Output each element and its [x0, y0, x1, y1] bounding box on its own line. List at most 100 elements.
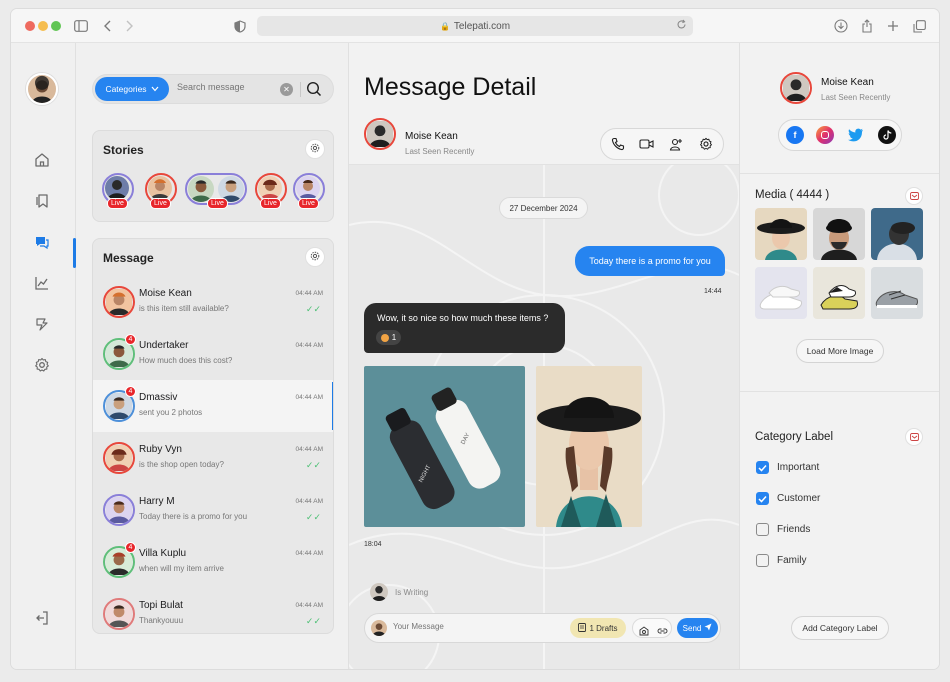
contact-avatar[interactable]	[364, 118, 396, 150]
facebook-icon[interactable]: f	[786, 126, 804, 144]
family-checkbox[interactable]	[756, 554, 769, 567]
live-badge: Live	[207, 198, 228, 209]
search-icon[interactable]	[306, 81, 322, 97]
activity-icon[interactable]	[32, 314, 52, 334]
camera-icon[interactable]	[639, 623, 649, 641]
contact-status: Last Seen Recently	[405, 147, 475, 156]
media-thumbnail[interactable]	[813, 208, 865, 260]
close-window-button[interactable]	[25, 21, 35, 31]
inbox-icon	[909, 187, 919, 205]
profile-status: Last Seen Recently	[821, 93, 891, 102]
address-bar[interactable]: 🔒 Telepati.com	[257, 16, 693, 36]
message-preview: sent you 2 photos	[139, 408, 203, 417]
message-input[interactable]	[393, 622, 543, 631]
instagram-icon[interactable]	[816, 126, 834, 144]
messages-icon[interactable]	[32, 232, 52, 252]
date-chip: 27 December 2024	[499, 197, 588, 219]
friends-label: Friends	[777, 524, 811, 535]
reaction-chip[interactable]: 1	[376, 330, 401, 345]
media-thumbnail[interactable]	[813, 267, 865, 319]
user-avatar[interactable]	[26, 73, 58, 105]
important-checkbox[interactable]	[756, 461, 769, 474]
conversation-row[interactable]: Harry M Today there is a promo for you 0…	[93, 484, 333, 536]
category-menu-button[interactable]	[905, 428, 923, 446]
link-icon[interactable]	[657, 623, 668, 641]
reload-icon[interactable]	[676, 19, 687, 33]
message-time: 04:44 AM	[295, 498, 323, 505]
profile-avatar[interactable]	[780, 72, 812, 104]
add-category-button[interactable]: Add Category Label	[791, 616, 889, 640]
conversation-row[interactable]: 4 Villa Kuplu when will my item arrive 0…	[93, 536, 333, 588]
reaction-count: 1	[391, 333, 397, 342]
conversation-row-selected[interactable]: 4 Dmassiv sent you 2 photos 04:44 AM	[93, 380, 333, 432]
nav-rail	[11, 43, 76, 669]
download-icon[interactable]	[833, 18, 849, 34]
story-item[interactable]: Live	[102, 173, 134, 209]
categories-dropdown[interactable]: Categories	[95, 77, 169, 101]
conversation-row[interactable]: Ruby Vyn is the shop open today? 04:44 A…	[93, 432, 333, 484]
media-thumbnail[interactable]	[871, 267, 923, 319]
woman-hat-photo[interactable]	[536, 366, 642, 527]
search-input[interactable]	[177, 82, 277, 92]
media-menu-button[interactable]	[905, 187, 923, 205]
messages-settings-button[interactable]	[305, 247, 325, 267]
tab-overview-icon[interactable]	[911, 18, 927, 34]
minimize-window-button[interactable]	[38, 21, 48, 31]
conversation-row[interactable]: Topi Bulat Thankyouuu 04:44 AM ✓✓	[93, 588, 333, 633]
share-icon[interactable]	[859, 18, 875, 34]
customer-checkbox[interactable]	[756, 492, 769, 505]
new-tab-icon[interactable]	[885, 18, 901, 34]
contact-avatar	[103, 494, 135, 526]
drafts-button[interactable]: 1 Drafts	[570, 618, 626, 638]
message-time: 04:44 AM	[295, 446, 323, 453]
gear-icon[interactable]	[699, 137, 713, 156]
video-camera-icon[interactable]	[639, 137, 654, 156]
messages-title: Message	[103, 251, 154, 265]
forward-arrow-icon[interactable]	[121, 18, 137, 34]
story-item-group[interactable]: Live	[185, 173, 247, 209]
add-user-icon[interactable]	[669, 137, 683, 156]
send-button[interactable]: Send	[677, 618, 718, 638]
stories-title: Stories	[103, 143, 144, 157]
friends-checkbox[interactable]	[756, 523, 769, 536]
outgoing-message[interactable]: Today there is a promo for you	[575, 246, 725, 276]
chevron-down-icon	[151, 84, 159, 94]
story-item[interactable]: Live	[145, 173, 177, 209]
zoom-window-button[interactable]	[51, 21, 61, 31]
profile-panel: Moise Kean Last Seen Recently f Media ( …	[739, 43, 939, 669]
logout-icon[interactable]	[32, 608, 52, 628]
analytics-icon[interactable]	[32, 273, 52, 293]
story-item[interactable]: Live	[255, 173, 287, 209]
sidebar-toggle-icon[interactable]	[73, 18, 89, 34]
load-more-button[interactable]: Load More Image	[796, 339, 884, 363]
media-thumbnail[interactable]	[755, 267, 807, 319]
phone-icon[interactable]	[611, 137, 625, 156]
media-thumbnail[interactable]	[871, 208, 923, 260]
conversation-row[interactable]: Moise Kean is this item still available?…	[93, 276, 333, 328]
twitter-icon[interactable]	[847, 126, 865, 144]
message-preview: Today there is a promo for you	[139, 512, 248, 521]
important-label: Important	[777, 462, 820, 473]
home-icon[interactable]	[32, 150, 52, 170]
paper-plane-icon	[704, 623, 712, 633]
attachment-actions	[632, 618, 672, 638]
story-item[interactable]: Live	[293, 173, 325, 209]
tiktok-icon[interactable]	[878, 126, 896, 144]
settings-icon[interactable]	[32, 355, 52, 375]
contact-name: Undertaker	[139, 340, 189, 351]
live-badge: Live	[107, 198, 128, 209]
bookmarks-icon[interactable]	[32, 191, 52, 211]
profile-name: Moise Kean	[821, 77, 874, 88]
media-thumbnail[interactable]	[755, 208, 807, 260]
conversation-row[interactable]: 4 Undertaker How much does this cost? 04…	[93, 328, 333, 380]
clear-search-icon[interactable]: ✕	[280, 83, 293, 96]
contact-name: Moise Kean	[139, 288, 192, 299]
bottles-photo[interactable]: NIGHT DAY	[364, 366, 525, 527]
message-time: 04:44 AM	[295, 342, 323, 349]
family-label: Family	[777, 555, 807, 566]
typing-indicator: Is Writing	[395, 588, 429, 597]
stories-settings-button[interactable]	[305, 139, 325, 159]
back-arrow-icon[interactable]	[100, 18, 116, 34]
shield-icon[interactable]	[232, 18, 248, 34]
incoming-message[interactable]: Wow, it so nice so how much these items …	[364, 303, 565, 353]
